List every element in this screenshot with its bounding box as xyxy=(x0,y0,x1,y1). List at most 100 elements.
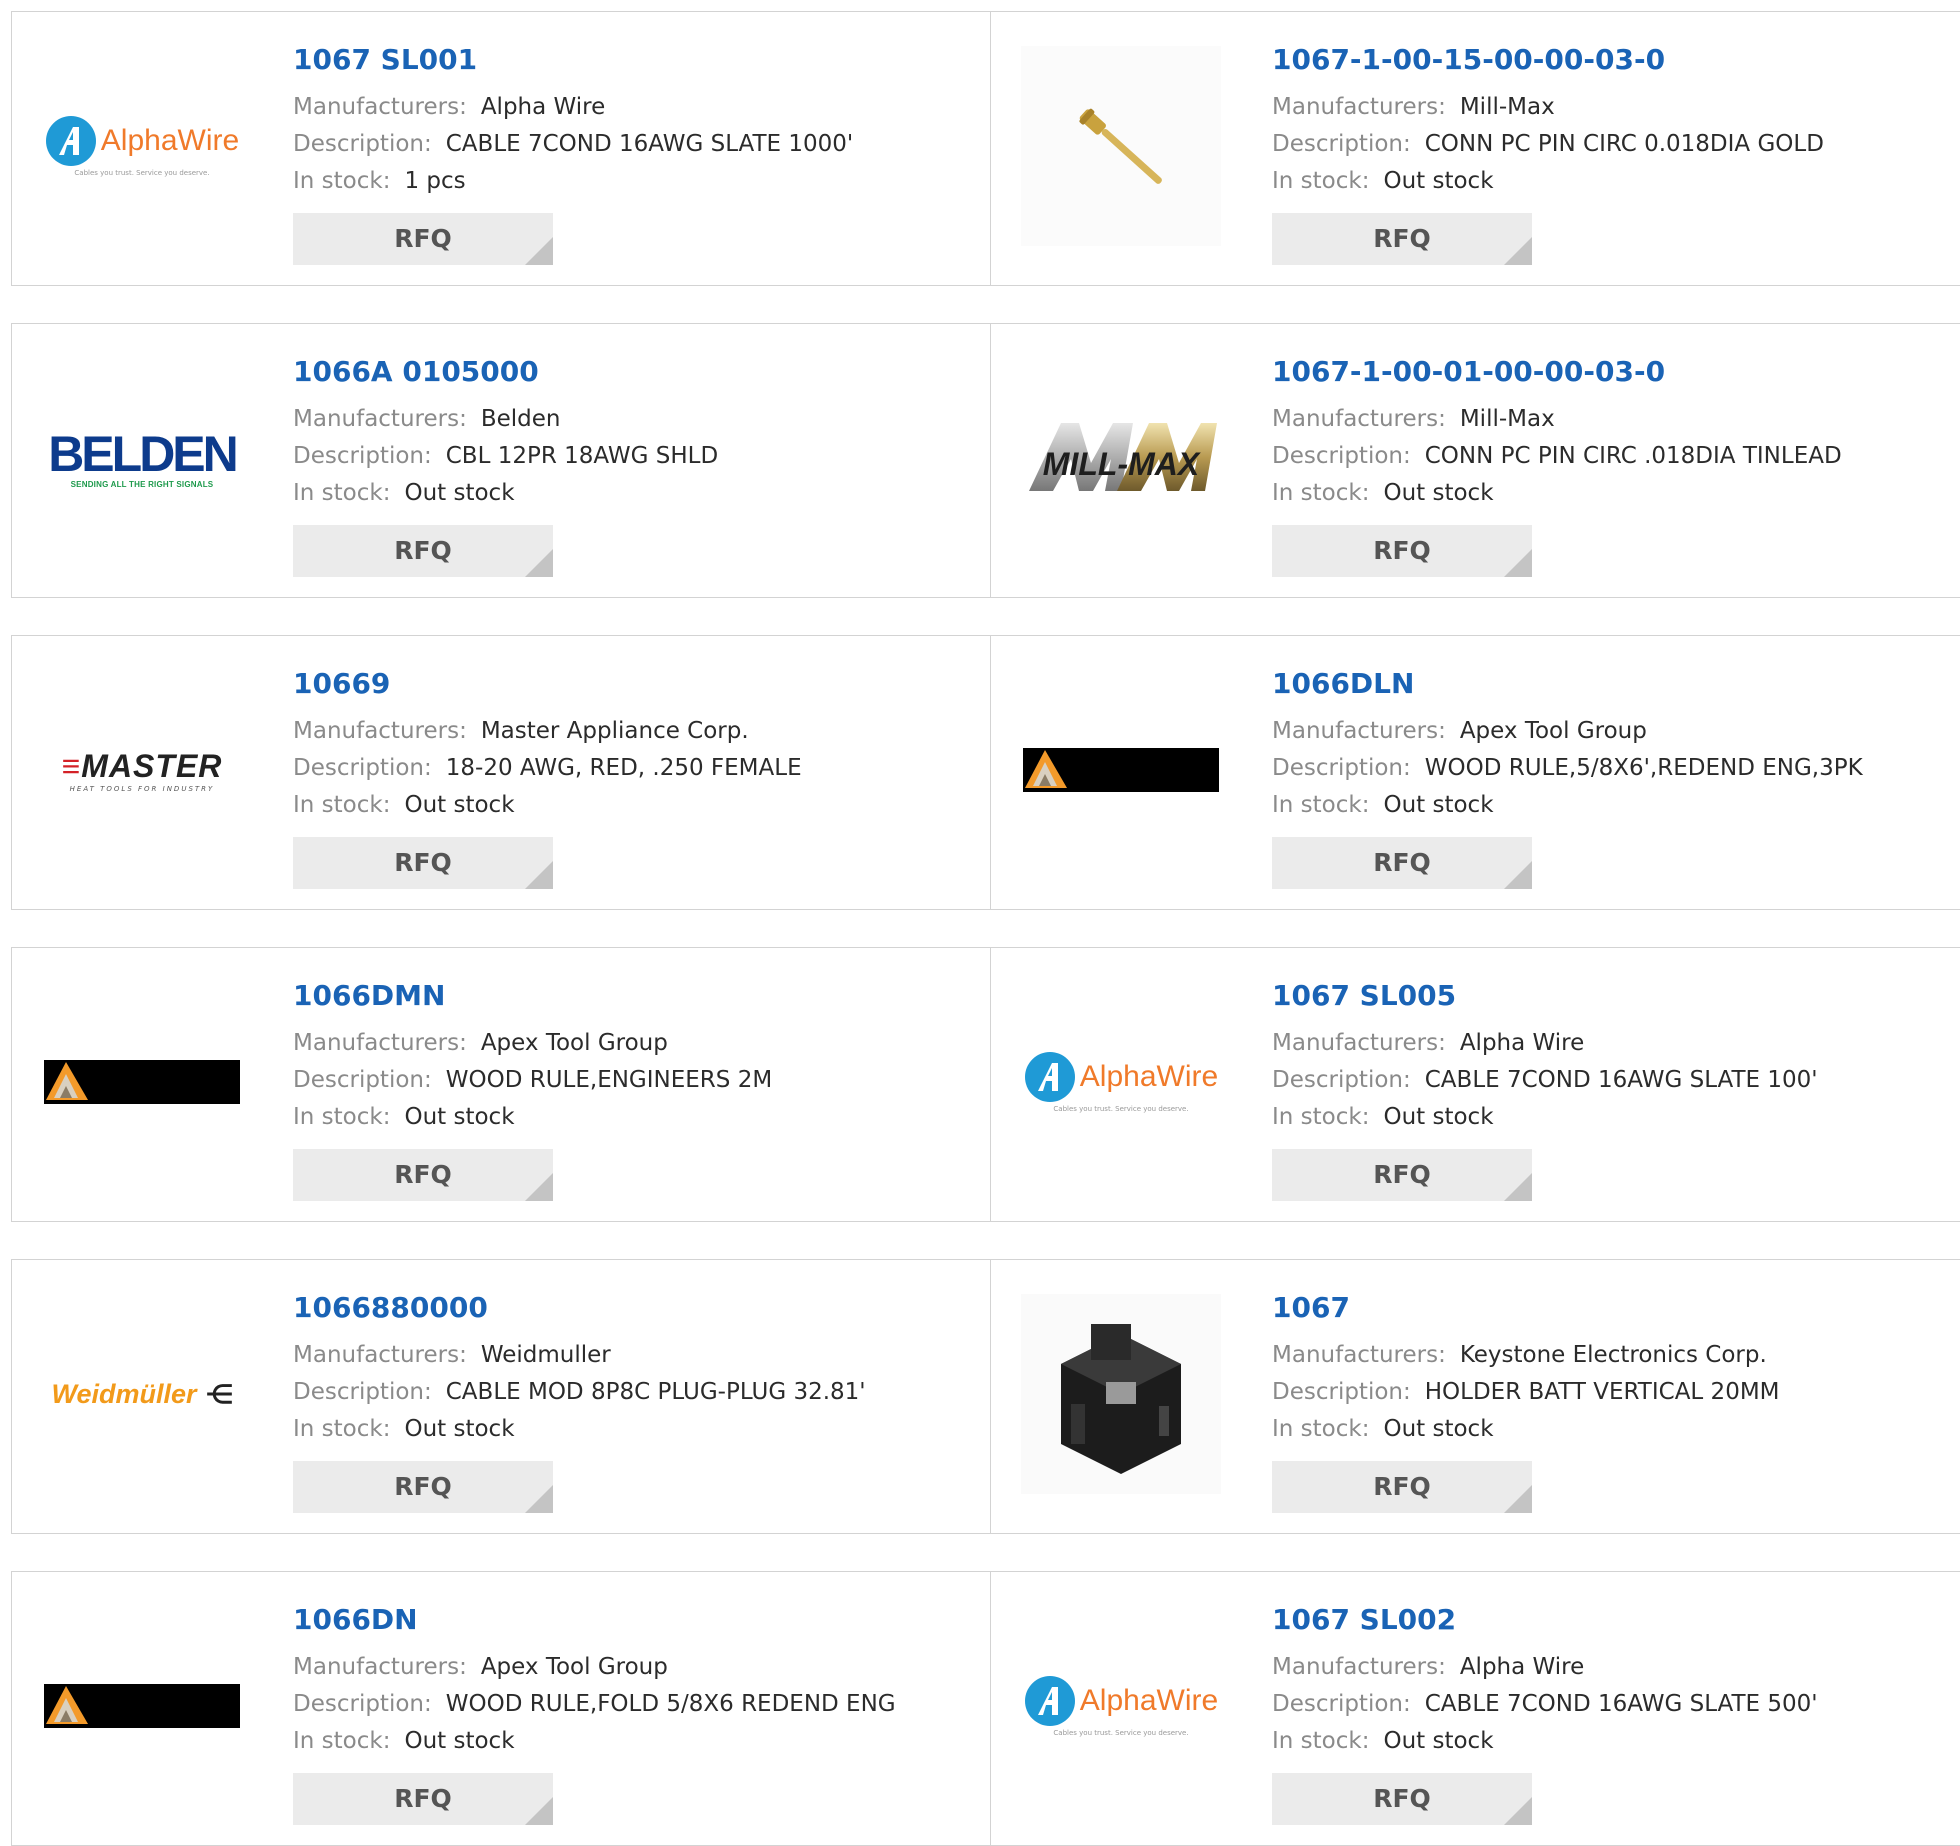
rfq-corner-icon xyxy=(525,1485,553,1513)
product-logo[interactable]: MILL-MAX xyxy=(1021,358,1221,558)
belden-tagline: SENDING ALL THE RIGHT SIGNALS xyxy=(70,479,214,489)
rfq-corner-icon xyxy=(1504,1797,1532,1825)
description-label: Description: xyxy=(1272,443,1411,469)
rfq-button[interactable]: RFQ xyxy=(293,1461,553,1513)
product-card: 1067-1-00-15-00-00-03-0 Manufacturers: Mi… xyxy=(990,11,1960,286)
part-number-link[interactable]: 1066DMN xyxy=(293,979,445,1012)
product-card: BELDEN SENDING ALL THE RIGHT SIGNALS 106… xyxy=(11,323,991,598)
rfq-button[interactable]: RFQ xyxy=(293,525,553,577)
description-label: Description: xyxy=(293,1379,432,1405)
product-logo[interactable]: AlphaWire Cables you trust. Service you … xyxy=(1021,982,1221,1182)
stock-row: In stock: Out stock xyxy=(293,1728,515,1754)
part-number-link[interactable]: 1066DLN xyxy=(1272,667,1414,700)
rfq-button[interactable]: RFQ xyxy=(1272,837,1532,889)
product-card: AlphaWire Cables you trust. Service you … xyxy=(990,1571,1960,1846)
in-stock-label: In stock: xyxy=(293,1416,391,1442)
rfq-corner-icon xyxy=(1504,861,1532,889)
description-label: Description: xyxy=(1272,131,1411,157)
stock-row: In stock: Out stock xyxy=(1272,168,1494,194)
product-logo[interactable] xyxy=(1021,670,1221,870)
alphawire-tagline: Cables you trust. Service you deserve. xyxy=(74,169,210,177)
manufacturer-value: Apex Tool Group xyxy=(1459,718,1647,744)
product-logo[interactable] xyxy=(42,982,242,1182)
manufacturers-label: Manufacturers: xyxy=(293,94,467,120)
apex-icon xyxy=(46,1062,88,1100)
part-number-link[interactable]: 1067-1-00-15-00-00-03-0 xyxy=(1272,43,1665,76)
stock-row: In stock: Out stock xyxy=(1272,792,1494,818)
rfq-button[interactable]: RFQ xyxy=(293,837,553,889)
description-label: Description: xyxy=(293,755,432,781)
rfq-corner-icon xyxy=(525,549,553,577)
rfq-button[interactable]: RFQ xyxy=(1272,1461,1532,1513)
part-number-link[interactable]: 1067 SL005 xyxy=(1272,979,1456,1012)
manufacturer-value: Alpha Wire xyxy=(1459,1654,1585,1680)
manufacturer-row: Manufacturers: Mill-Max xyxy=(1272,406,1555,432)
manufacturers-label: Manufacturers: xyxy=(1272,94,1446,120)
description-value: CBL 12PR 18AWG SHLD xyxy=(445,443,719,469)
rfq-corner-icon xyxy=(525,861,553,889)
product-logo[interactable] xyxy=(1021,46,1221,246)
rfq-button[interactable]: RFQ xyxy=(1272,525,1532,577)
product-logo[interactable]: Weidmüller ⋲ xyxy=(42,1294,242,1494)
stock-row: In stock: Out stock xyxy=(293,480,515,506)
description-label: Description: xyxy=(293,1067,432,1093)
part-number-link[interactable]: 1067 xyxy=(1272,1291,1350,1324)
product-card: AlphaWire Cables you trust. Service you … xyxy=(11,11,991,286)
rfq-button[interactable]: RFQ xyxy=(1272,1773,1532,1825)
rfq-label: RFQ xyxy=(394,848,452,877)
rfq-label: RFQ xyxy=(394,224,452,253)
in-stock-label: In stock: xyxy=(293,1104,391,1130)
part-number-link[interactable]: 10669 xyxy=(293,667,390,700)
manufacturer-value: Belden xyxy=(480,406,561,432)
description-row: Description: CONN PC PIN CIRC 0.018DIA GO… xyxy=(1272,131,1824,157)
description-label: Description: xyxy=(1272,1379,1411,1405)
in-stock-label: In stock: xyxy=(293,792,391,818)
part-number-link[interactable]: 1067 SL002 xyxy=(1272,1603,1456,1636)
part-number-link[interactable]: 1067-1-00-01-00-00-03-0 xyxy=(1272,355,1665,388)
manufacturer-row: Manufacturers: Alpha Wire xyxy=(1272,1654,1584,1680)
manufacturers-label: Manufacturers: xyxy=(293,406,467,432)
rfq-button[interactable]: RFQ xyxy=(293,1149,553,1201)
alphawire-tagline: Cables you trust. Service you deserve. xyxy=(1053,1729,1189,1737)
product-logo[interactable] xyxy=(1021,1294,1221,1494)
rfq-button[interactable]: RFQ xyxy=(293,1773,553,1825)
description-row: Description: 18-20 AWG, RED, .250 FEMALE xyxy=(293,755,802,781)
product-logo[interactable] xyxy=(42,1606,242,1806)
weidmuller-symbol-icon: ⋲ xyxy=(206,1378,233,1409)
manufacturer-row: Manufacturers: Alpha Wire xyxy=(293,94,605,120)
product-logo[interactable]: ≡MASTER HEAT TOOLS FOR INDUSTRY xyxy=(42,670,242,870)
manufacturers-label: Manufacturers: xyxy=(293,718,467,744)
part-number-link[interactable]: 1066880000 xyxy=(293,1291,488,1324)
in-stock-label: In stock: xyxy=(293,480,391,506)
product-logo[interactable]: BELDEN SENDING ALL THE RIGHT SIGNALS xyxy=(42,358,242,558)
product-logo[interactable]: AlphaWire Cables you trust. Service you … xyxy=(1021,1606,1221,1806)
part-number-link[interactable]: 1066DN xyxy=(293,1603,418,1636)
stock-value: Out stock xyxy=(404,792,515,818)
description-value: WOOD RULE,5/8X6',REDEND ENG,3PK xyxy=(1424,755,1863,781)
rfq-button[interactable]: RFQ xyxy=(1272,213,1532,265)
product-card: Weidmüller ⋲ 1066880000 Manufacturers: We… xyxy=(11,1259,991,1534)
rfq-corner-icon xyxy=(1504,237,1532,265)
description-label: Description: xyxy=(293,131,432,157)
description-row: Description: CABLE 7COND 16AWG SLATE 100' xyxy=(1272,1067,1818,1093)
product-logo[interactable]: AlphaWire Cables you trust. Service you … xyxy=(42,46,242,246)
rfq-button[interactable]: RFQ xyxy=(293,213,553,265)
rfq-button[interactable]: RFQ xyxy=(1272,1149,1532,1201)
rfq-label: RFQ xyxy=(1373,1472,1431,1501)
rfq-label: RFQ xyxy=(1373,848,1431,877)
manufacturer-row: Manufacturers: Keystone Electronics Corp. xyxy=(1272,1342,1767,1368)
belden-logo: BELDEN SENDING ALL THE RIGHT SIGNALS xyxy=(48,428,239,489)
part-number-link[interactable]: 1067 SL001 xyxy=(293,43,477,76)
stock-row: In stock: 1 pcs xyxy=(293,168,466,194)
weidmuller-wordmark: Weidmüller xyxy=(51,1378,197,1409)
master-logo: ≡MASTER HEAT TOOLS FOR INDUSTRY xyxy=(62,748,223,793)
in-stock-label: In stock: xyxy=(1272,1728,1370,1754)
stock-row: In stock: Out stock xyxy=(293,1104,515,1130)
stock-row: In stock: Out stock xyxy=(1272,1416,1494,1442)
in-stock-label: In stock: xyxy=(293,1728,391,1754)
part-number-link[interactable]: 1066A 0105000 xyxy=(293,355,539,388)
manufacturer-value: Alpha Wire xyxy=(1459,1030,1585,1056)
manufacturers-label: Manufacturers: xyxy=(1272,718,1446,744)
pin-product-image xyxy=(1021,46,1221,246)
manufacturer-value: Apex Tool Group xyxy=(480,1654,668,1680)
